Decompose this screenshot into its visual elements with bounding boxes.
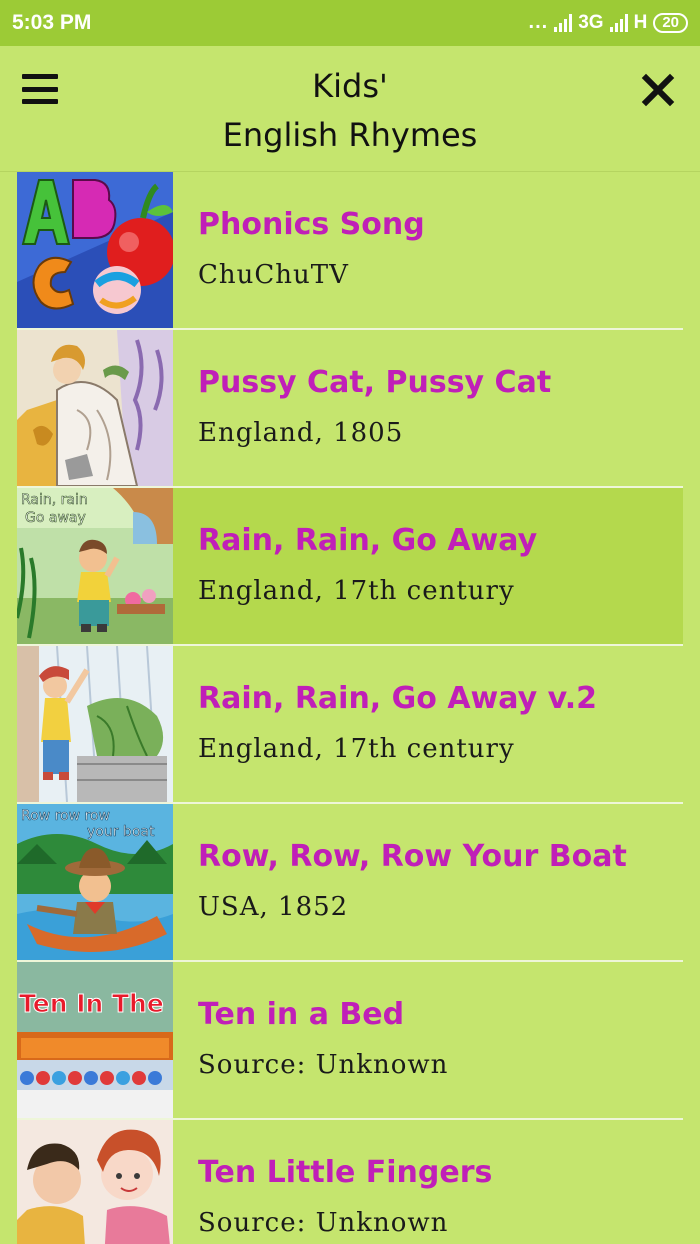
network-type-label-secondary: H [633, 11, 648, 33]
list-item[interactable]: Pussy Cat, Pussy Cat England, 1805 [17, 330, 683, 488]
battery-icon: 20 [653, 12, 688, 33]
list-item[interactable]: Phonics Song ChuChuTV [17, 172, 683, 330]
thumbnail-boy-rain: Rain, rain Go away [17, 488, 173, 644]
thumbnail-queen-illustration [17, 330, 173, 486]
rhyme-source: England, 1805 [198, 418, 404, 448]
svg-text:Ten In The Bed: Ten In The Bed [19, 989, 173, 1018]
rhyme-source: Source: Unknown [198, 1050, 449, 1080]
status-indicators: ... 3G H 20 [529, 11, 688, 34]
list-item[interactable]: Ten In The Bed Ten in a Bed Source: Unkn… [17, 962, 683, 1120]
list-item[interactable]: Row row row your boat Row, Row, Row Your… [17, 804, 683, 962]
app-bar: Kids' English Rhymes [0, 46, 700, 172]
thumbnail-abc-apple [17, 172, 173, 328]
signal-icon [554, 13, 573, 32]
status-bar: 5:03 PM ... 3G H 20 [0, 0, 700, 46]
svg-text:Row row row: Row row row [21, 808, 110, 824]
svg-text:Rain, rain: Rain, rain [21, 492, 88, 508]
svg-text:your boat: your boat [87, 824, 155, 840]
svg-text:Go away: Go away [25, 510, 86, 526]
thumbnail-ten-in-bed: Ten In The Bed [17, 962, 173, 1118]
thumbnail-girl-rain [17, 646, 173, 802]
network-type-label: 3G [578, 11, 604, 33]
thumbnail-children-illustration [17, 1120, 173, 1244]
list-item-selected[interactable]: Rain, rain Go away Rain, Rain, Go Away E… [17, 488, 683, 646]
list-item[interactable]: Rain, Rain, Go Away v.2 England, 17th ce… [17, 646, 683, 804]
rhyme-source: ChuChuTV [198, 260, 349, 290]
rhyme-title: Ten in a Bed [198, 997, 405, 1032]
rhyme-title: Ten Little Fingers [198, 1155, 493, 1190]
thumbnail-boy-boat: Row row row your boat [17, 804, 173, 960]
rhyme-source: England, 17th century [198, 576, 515, 606]
title-line-2: English Rhymes [222, 116, 478, 154]
rhyme-title: Phonics Song [198, 207, 425, 242]
list-item[interactable]: Ten Little Fingers Source: Unknown [17, 1120, 683, 1244]
rhyme-source: England, 17th century [198, 734, 515, 764]
notification-dots: ... [528, 11, 549, 33]
rhyme-source: Source: Unknown [198, 1208, 449, 1238]
title-line-1: Kids' [312, 67, 388, 105]
rhyme-title: Rain, Rain, Go Away [198, 523, 538, 558]
close-icon[interactable] [638, 70, 678, 110]
rhyme-title: Row, Row, Row Your Boat [198, 839, 627, 874]
status-time: 5:03 PM [12, 11, 92, 34]
hamburger-menu-icon[interactable] [22, 74, 58, 104]
signal-icon-secondary [609, 13, 628, 32]
rhyme-list[interactable]: Phonics Song ChuChuTV Pussy Cat, Pussy C… [17, 172, 683, 1244]
rhyme-title: Rain, Rain, Go Away v.2 [198, 681, 597, 716]
page-title: Kids' English Rhymes [150, 62, 550, 160]
rhyme-source: USA, 1852 [198, 892, 349, 922]
rhyme-title: Pussy Cat, Pussy Cat [198, 365, 552, 400]
